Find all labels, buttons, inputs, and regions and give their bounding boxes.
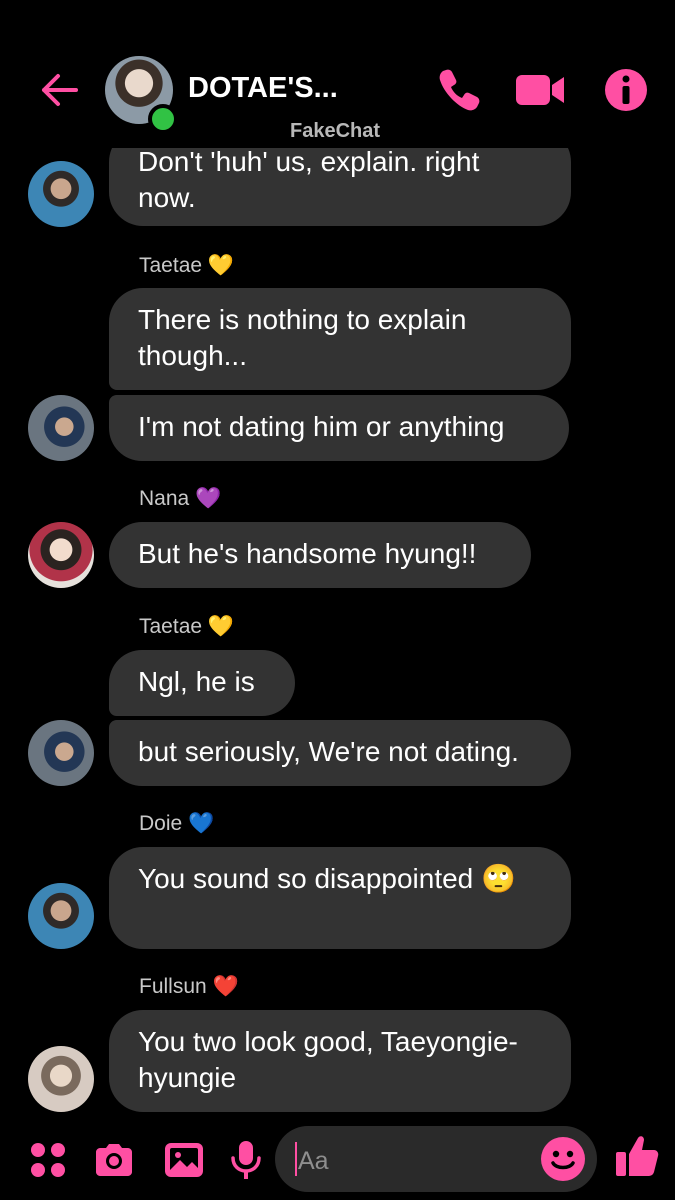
microphone-icon[interactable] [224, 1138, 268, 1182]
avatar-doie[interactable] [28, 161, 94, 227]
thumbs-up-icon[interactable] [614, 1132, 662, 1180]
video-call-icon[interactable] [514, 66, 566, 114]
chat-header: DOTAE'S... FakeChat [0, 0, 675, 148]
avatar-taetae[interactable] [28, 720, 94, 786]
avatar-taetae[interactable] [28, 395, 94, 461]
text-cursor [295, 1142, 297, 1176]
message-input-placeholder: Aa [298, 1147, 329, 1175]
chat-title[interactable]: DOTAE'S... [188, 72, 338, 105]
avatar-fullsun[interactable] [28, 1046, 94, 1112]
avatar-nana[interactable] [28, 522, 94, 588]
watermark-label: FakeChat [290, 120, 381, 142]
message-list: Don't 'huh' us, explain. right now. Taet… [0, 0, 675, 1125]
message-text: Ngl, he is [138, 666, 255, 697]
message-text: but seriously, We're not dating. [138, 736, 519, 767]
back-arrow-icon[interactable] [36, 66, 84, 114]
message-text: Don't 'huh' us, explain. right now. [138, 146, 480, 213]
message-text: There is nothing to explain though... [138, 304, 467, 371]
sender-name: Taetae 💛 [139, 615, 235, 638]
message-text: I'm not dating him or anything [138, 411, 505, 442]
message-text: You sound so disappointed 🙄 [138, 863, 516, 894]
camera-icon[interactable] [92, 1138, 136, 1182]
info-icon[interactable] [602, 66, 650, 114]
phone-icon[interactable] [436, 66, 484, 114]
menu-dots-icon[interactable] [26, 1138, 70, 1182]
message-bubble[interactable]: but seriously, We're not dating. [109, 720, 571, 786]
avatar-doie[interactable] [28, 883, 94, 949]
sender-name: Doie 💙 [139, 812, 215, 835]
message-bubble[interactable]: There is nothing to explain though... [109, 288, 571, 390]
online-indicator [148, 104, 178, 134]
sender-name: Taetae 💛 [139, 254, 235, 277]
sender-name: Fullsun ❤️ [139, 975, 239, 998]
sender-name: Nana 💜 [139, 487, 222, 510]
message-bubble[interactable]: You two look good, Taeyongie-hyungie [109, 1010, 571, 1112]
gallery-icon[interactable] [162, 1138, 206, 1182]
message-bubble[interactable]: You sound so disappointed 🙄 [109, 847, 571, 949]
message-bubble[interactable]: I'm not dating him or anything [109, 395, 569, 461]
message-bubble[interactable]: But he's handsome hyung!! [109, 522, 531, 588]
emoji-icon[interactable] [540, 1136, 586, 1182]
message-text: But he's handsome hyung!! [138, 538, 477, 569]
message-bubble[interactable]: Ngl, he is [109, 650, 295, 716]
message-text: You two look good, Taeyongie-hyungie [138, 1026, 518, 1093]
